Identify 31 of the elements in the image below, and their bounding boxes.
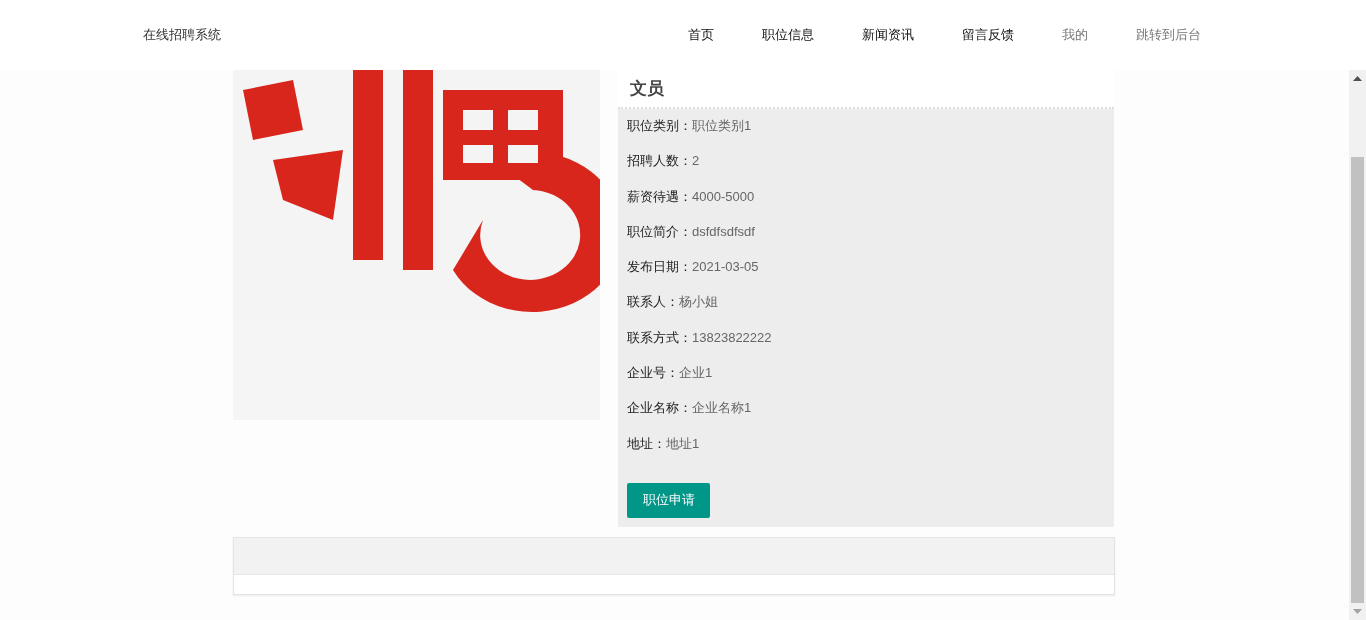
field-value: 杨小姐	[679, 293, 718, 312]
field-label: 发布日期：	[627, 258, 692, 277]
field-label: 企业名称：	[627, 399, 692, 418]
field-label: 薪资待遇：	[627, 187, 692, 206]
field-value: 4000-5000	[692, 188, 755, 204]
nav-link[interactable]: 留言反馈	[962, 26, 1014, 44]
field-label: 联系人：	[627, 293, 679, 312]
nav-link[interactable]: 新闻资讯	[862, 26, 914, 44]
field-value: 13823822222	[692, 329, 772, 345]
nav-link[interactable]: 职位信息	[762, 26, 814, 44]
nav-link[interactable]: 首页	[688, 26, 714, 44]
field-value: dsfdfsdfsdf	[692, 223, 755, 239]
field-value: 2021-03-05	[692, 259, 759, 275]
job-title: 文员	[630, 78, 664, 100]
field-value: 企业名称1	[692, 399, 752, 418]
site-title: 在线招聘系统	[143, 26, 221, 44]
field-label: 职位类别：	[627, 117, 692, 135]
field-label: 职位简介：	[627, 222, 692, 241]
field-label: 企业号：	[627, 364, 679, 383]
field-value: 企业1	[679, 364, 713, 383]
apply-button[interactable]: 职位申请	[627, 482, 710, 518]
scrollbar[interactable]	[1349, 70, 1366, 620]
field-label: 地址：	[627, 434, 666, 453]
nav-link[interactable]: 跳转到后台	[1136, 26, 1201, 44]
field-value: 职位类别1	[692, 117, 752, 135]
field-label: 招聘人数：	[627, 152, 692, 171]
nav-link[interactable]: 我的	[1062, 26, 1088, 44]
scrollbar-thumb[interactable]	[1351, 157, 1364, 603]
field-value: 2	[692, 153, 700, 169]
field-value: 地址1	[666, 434, 700, 453]
field-label: 联系方式：	[627, 328, 692, 347]
